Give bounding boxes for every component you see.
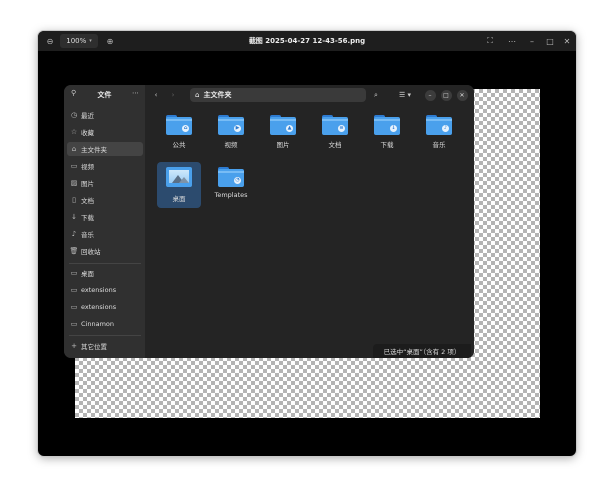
- item-label: 文档: [328, 141, 342, 149]
- folder-desktop[interactable]: 桌面: [157, 162, 201, 208]
- folder-videos[interactable]: ▶ 视频: [209, 110, 253, 156]
- sidebar-item-label: 回收站: [81, 248, 101, 256]
- picture-icon: ▲: [286, 125, 293, 132]
- folder-templates[interactable]: ◔ Templates: [209, 162, 253, 208]
- music-icon: ♪: [71, 230, 77, 238]
- sidebar-item-label: 文档: [81, 197, 94, 205]
- document-icon: ≡: [338, 125, 345, 132]
- folder-icon: ▭: [70, 303, 78, 311]
- maximize-icon[interactable]: □: [544, 31, 556, 51]
- minimize-icon[interactable]: –: [526, 31, 538, 51]
- download-icon: ↓: [390, 125, 397, 132]
- sidebar-item-home[interactable]: ⌂ 主文件夹: [67, 142, 143, 156]
- location-bar[interactable]: ⌂ 主文件夹: [190, 88, 366, 102]
- item-label: 桌面: [172, 195, 186, 203]
- back-icon[interactable]: ‹: [150, 88, 162, 102]
- folder-downloads[interactable]: ↓ 下载: [365, 110, 409, 156]
- sidebar-item-label: 下载: [81, 214, 94, 222]
- music-icon: ♪: [442, 125, 449, 132]
- menu-icon[interactable]: ⋯: [132, 89, 139, 97]
- maximize-icon[interactable]: □: [440, 88, 452, 102]
- sidebar-item-extensions[interactable]: ▭ extensions: [67, 283, 143, 297]
- home-icon: ⌂: [195, 91, 200, 99]
- sidebar-item-label: extensions: [81, 286, 117, 294]
- folder-music[interactable]: ♪ 音乐: [417, 110, 461, 156]
- share-icon: ⌂: [182, 125, 189, 132]
- sidebar: ⚲ 文件 ⋯ ◷ 最近 ☆ 收藏 ⌂ 主文件夹 ▭ 视频 ▨ 图片 ▯ 文档 ↓ 下载 ♪ 音乐…: [64, 85, 145, 358]
- folder-icon: ↓: [374, 115, 400, 135]
- template-icon: ◔: [234, 177, 241, 184]
- sidebar-item-pictures[interactable]: ▨ 图片: [67, 176, 143, 190]
- sidebar-header: ⚲ 文件 ⋯: [64, 85, 145, 104]
- item-label: 下载: [380, 141, 394, 149]
- sidebar-item-label: 主文件夹: [81, 146, 107, 154]
- trash-icon: 🗑: [69, 247, 79, 255]
- item-label: 音乐: [432, 141, 446, 149]
- sidebar-item-cinnamon[interactable]: ▭ Cinnamon: [67, 317, 143, 331]
- sidebar-item-other-locations[interactable]: + 其它位置: [67, 339, 143, 353]
- sidebar-divider: [69, 263, 141, 264]
- close-icon[interactable]: ✕: [456, 88, 468, 102]
- folder-pictures[interactable]: ▲ 图片: [261, 110, 305, 156]
- sidebar-item-label: extensions: [81, 303, 117, 311]
- sidebar-item-documents[interactable]: ▯ 文档: [67, 193, 143, 207]
- folder-icon: ◔: [218, 167, 244, 187]
- sidebar-item-label: 收藏: [81, 129, 94, 137]
- sidebar-item-music[interactable]: ♪ 音乐: [67, 227, 143, 241]
- sidebar-item-label: 其它位置: [81, 343, 107, 351]
- folder-icon: ▲: [270, 115, 296, 135]
- item-label: 图片: [276, 141, 290, 149]
- star-icon: ☆: [70, 128, 78, 136]
- sidebar-item-starred[interactable]: ☆ 收藏: [67, 125, 143, 139]
- sidebar-item-extensions-2[interactable]: ▭ extensions: [67, 300, 143, 314]
- desktop-icon: ▭: [70, 269, 78, 277]
- sidebar-divider: [69, 335, 141, 336]
- document-icon: ▯: [72, 196, 76, 204]
- sidebar-item-label: 音乐: [81, 231, 94, 239]
- sidebar-item-downloads[interactable]: ↓ 下载: [67, 210, 143, 224]
- fullscreen-icon[interactable]: ⛶: [484, 31, 496, 51]
- selection-status: 已选中“桌面”（含有 2 项）: [373, 344, 471, 358]
- folder-icon: ▭: [70, 320, 78, 328]
- item-label: 视频: [224, 141, 238, 149]
- sidebar-item-label: 图片: [81, 180, 94, 188]
- video-icon: ▭: [70, 162, 78, 170]
- desktop-folder-icon: [166, 167, 192, 189]
- download-icon: ↓: [71, 213, 77, 221]
- recent-icon: ◷: [70, 111, 78, 119]
- picture-icon: ▨: [70, 179, 78, 187]
- folder-icon: ⌂: [166, 115, 192, 135]
- path-label: 主文件夹: [203, 91, 232, 99]
- forward-icon[interactable]: ›: [167, 88, 179, 102]
- view-options-icon[interactable]: ⌕: [370, 88, 382, 102]
- sidebar-item-label: 视频: [81, 163, 94, 171]
- minimize-icon[interactable]: –: [424, 88, 436, 102]
- plus-icon: +: [71, 342, 77, 350]
- item-label: Templates: [214, 191, 248, 199]
- folder-documents[interactable]: ≡ 文档: [313, 110, 357, 156]
- file-manager-screenshot: ⚲ 文件 ⋯ ◷ 最近 ☆ 收藏 ⌂ 主文件夹 ▭ 视频 ▨ 图片 ▯ 文档 ↓ 下载 ♪ 音乐…: [64, 85, 474, 358]
- sidebar-item-label: 桌面: [81, 270, 94, 278]
- sidebar-item-videos[interactable]: ▭ 视频: [67, 159, 143, 173]
- sidebar-item-label: Cinnamon: [81, 320, 114, 328]
- home-icon: ⌂: [71, 145, 77, 153]
- sidebar-item-recent[interactable]: ◷ 最近: [67, 108, 143, 122]
- item-label: 公共: [172, 141, 186, 149]
- folder-icon: ▭: [70, 286, 78, 294]
- viewer-headerbar: ⊖ 100% ▾ ⊕ 截图 2025-04-27 12-43-56.png ⛶ …: [38, 31, 576, 51]
- folder-public[interactable]: ⌂ 公共: [157, 110, 201, 156]
- sidebar-item-label: 最近: [81, 112, 94, 120]
- close-icon[interactable]: ✕: [561, 31, 573, 51]
- folder-icon: ▶: [218, 115, 244, 135]
- main-view: ‹ › ⌂ 主文件夹 ⌕ ☰ ▾ – □ ✕ ⌂ 公共 ▶ 视频 ▲ 图片 ≡ …: [145, 85, 474, 358]
- list-view-icon[interactable]: ☰ ▾: [393, 88, 417, 102]
- folder-icon: ≡: [322, 115, 348, 135]
- video-icon: ▶: [234, 125, 241, 132]
- more-icon[interactable]: ⋯: [506, 31, 518, 51]
- sidebar-item-desktop[interactable]: ▭ 桌面: [67, 266, 143, 280]
- folder-icon: ♪: [426, 115, 452, 135]
- sidebar-item-trash[interactable]: 🗑 回收站: [67, 244, 143, 258]
